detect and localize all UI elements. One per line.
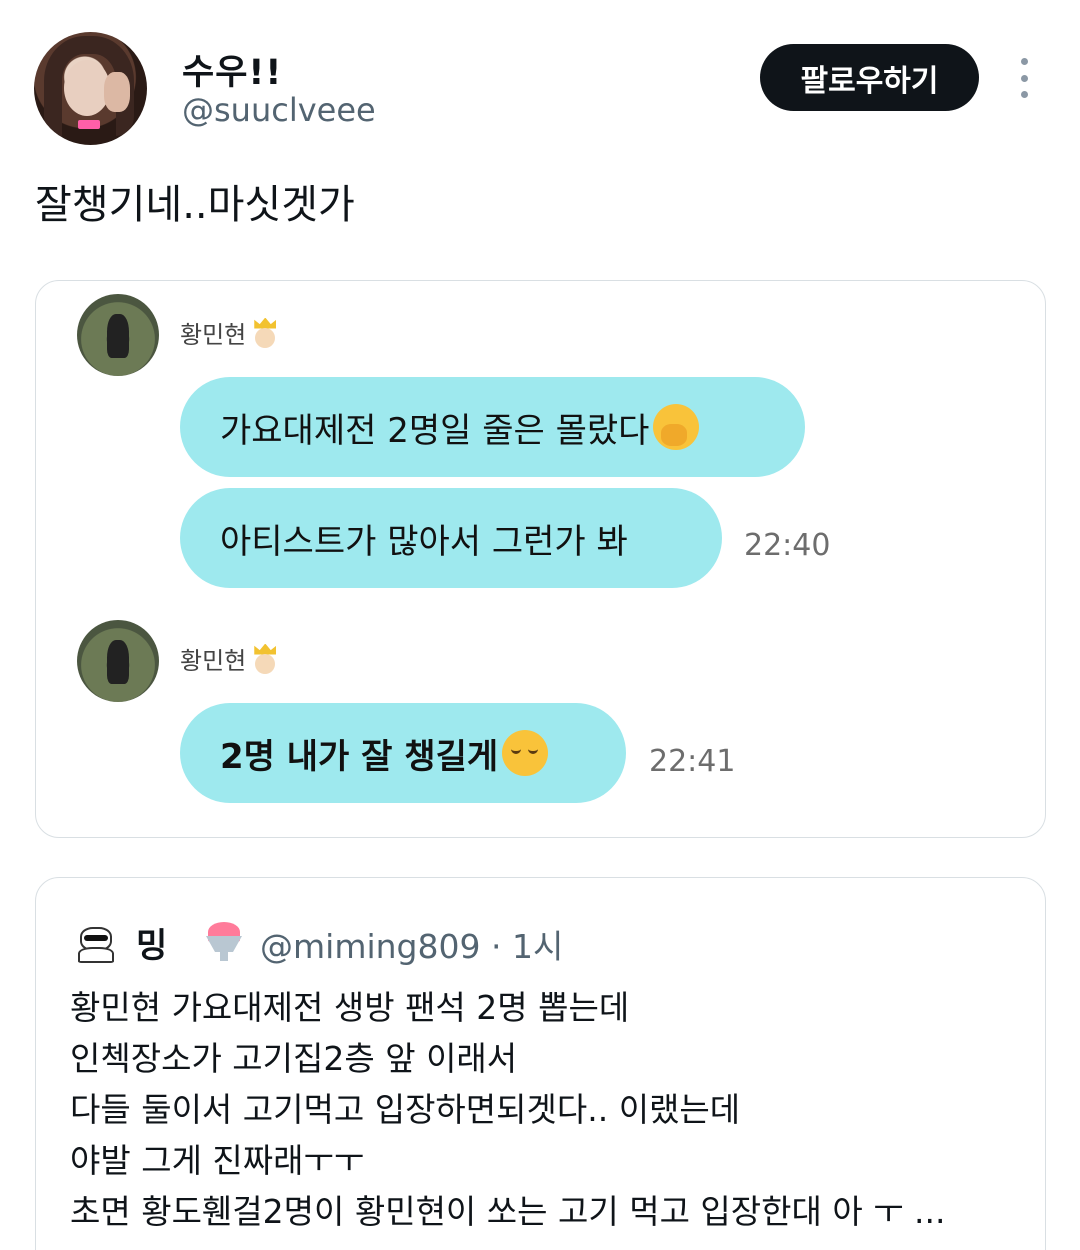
chat-sender-name: 황민현 (180, 321, 247, 349)
avatar-hand (104, 72, 130, 112)
quoted-text-line: 야발 그게 진짜래ㅜㅜ (70, 1141, 365, 1180)
chat-bubble: 가요대제전 2명일 줄은 몰랐다 (180, 377, 805, 477)
quoted-tweet[interactable]: 밍 @miming809 · 1시 황민현 가요대제전 생방 팬석 2명 뽑는데… (35, 877, 1046, 1250)
prince-icon (252, 643, 278, 674)
author-avatar[interactable] (34, 32, 147, 145)
author-display-name[interactable]: 수우!! (182, 44, 282, 95)
follow-button[interactable]: 팔로우하기 (760, 44, 979, 111)
quoted-text-line: 황민현 가요대제전 생방 팬석 2명 뽑는데 (70, 988, 630, 1027)
more-options-icon[interactable] (1014, 58, 1034, 98)
chat-bubble: 2명 내가 잘 챙길게 (180, 703, 626, 803)
chat-avatar (77, 294, 159, 376)
chat-avatar (77, 620, 159, 702)
chat-message-text: 가요대제전 2명일 줄은 몰랐다 (220, 410, 650, 451)
chat-timestamp: 22:41 (649, 744, 736, 779)
quoted-author-avatar[interactable] (74, 921, 116, 963)
quoted-author-name[interactable]: 밍 (136, 918, 167, 967)
quoted-author-handle-time[interactable]: @miming809 · 1시 (260, 920, 563, 968)
quoted-text-line: 초면 황도휀걸2명이 황민현이 쏘는 고기 먹고 입장한대 아 ㅜ ... (70, 1192, 946, 1231)
avatar-straw (78, 120, 100, 129)
tweet-text: 잘챙기네..마싯겟가 (35, 182, 355, 228)
hand-over-mouth-icon (653, 404, 700, 450)
chat-sender-name: 황민현 (180, 647, 247, 675)
shaved-ice-icon (202, 918, 246, 962)
author-handle[interactable]: @suuclveee (182, 91, 376, 129)
chat-sender: 황민현 (180, 315, 278, 350)
chat-timestamp: 22:40 (744, 528, 831, 563)
chat-message-text: 2명 내가 잘 챙길게 (220, 736, 499, 777)
relieved-face-icon (502, 730, 549, 776)
quoted-text-line: 인첵장소가 고기집2층 앞 이래서 (70, 1039, 518, 1078)
prince-icon (252, 317, 278, 348)
chat-bubble: 아티스트가 많아서 그런가 봐 (180, 488, 722, 588)
chat-message-text: 아티스트가 많아서 그런가 봐 (220, 521, 628, 562)
tweet-image-card[interactable]: 황민현 가요대제전 2명일 줄은 몰랐다 아티스트가 많아서 그런가 봐 22:… (35, 280, 1046, 838)
chat-sender: 황민현 (180, 641, 278, 676)
quoted-tweet-text: 황민현 가요대제전 생방 팬석 2명 뽑는데 인첵장소가 고기집2층 앞 이래서… (70, 982, 1020, 1237)
quoted-text-line: 다들 둘이서 고기먹고 입장하면되겟다.. 이랬는데 (70, 1090, 741, 1129)
